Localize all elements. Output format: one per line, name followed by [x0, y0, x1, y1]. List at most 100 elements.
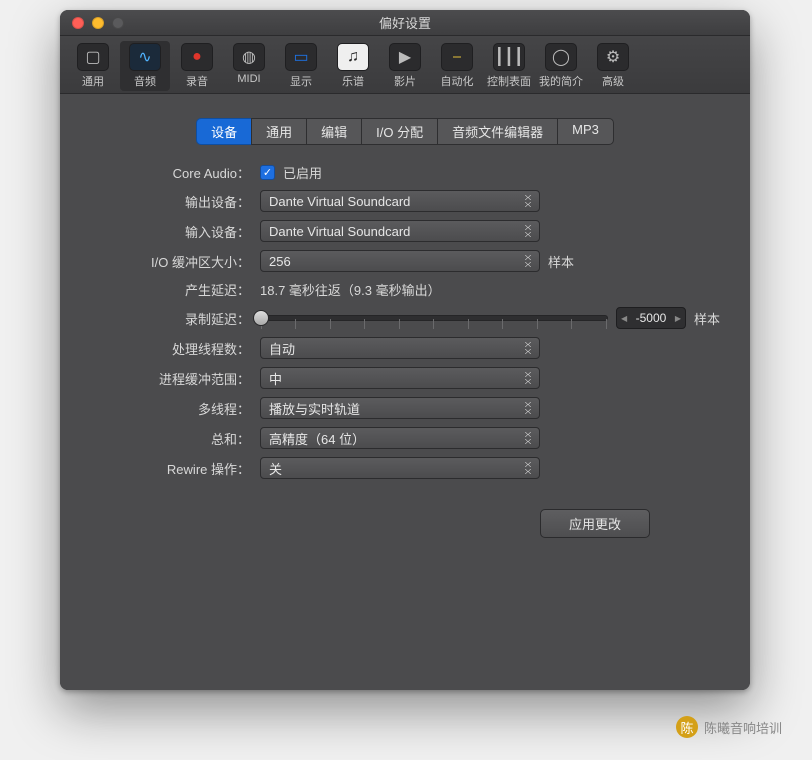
label-input-device: 输入设备： — [90, 222, 250, 241]
toolbar-label: 显示 — [290, 73, 312, 89]
row-threads: 处理线程数： 自动 — [90, 337, 720, 359]
row-input-device: 输入设备： Dante Virtual Soundcard — [90, 220, 720, 242]
label-io-buffer: I/O 缓冲区大小： — [90, 252, 250, 271]
row-record-delay: 录制延迟： -5000 样本 — [90, 307, 720, 329]
toolbar-item-score[interactable]: ♫ 乐谱 — [328, 41, 378, 91]
toolbar-item-automation[interactable]: ⎯ 自动化 — [432, 41, 482, 91]
input-device-value: Dante Virtual Soundcard — [269, 224, 410, 239]
footer-brand: 陈 陈曦音响培训 — [676, 716, 782, 738]
core-audio-checkbox[interactable]: ✓ — [260, 165, 275, 180]
advanced-icon: ⚙ — [597, 43, 629, 71]
row-multithread: 多线程： 播放与实时轨道 — [90, 397, 720, 419]
my-info-icon: ◯ — [545, 43, 577, 71]
toolbar-label: 自动化 — [441, 73, 474, 89]
video-icon: ▶ — [389, 43, 421, 71]
toolbar-item-record[interactable]: ● 录音 — [172, 41, 222, 91]
window-title: 偏好设置 — [60, 13, 750, 32]
titlebar: 偏好设置 — [60, 10, 750, 36]
row-latency: 产生延迟： 18.7 毫秒往返（9.3 毫秒输出） — [90, 280, 720, 299]
toolbar-label: 控制表面 — [487, 73, 531, 89]
content-area: 设备通用编辑I/O 分配音频文件编辑器MP3 Core Audio： ✓ 已启用… — [60, 94, 750, 690]
io-buffer-unit: 样本 — [548, 252, 574, 271]
toolbar-label: 乐谱 — [342, 73, 364, 89]
toolbar-item-control-surfaces[interactable]: ┃┃┃控制表面 — [484, 41, 534, 91]
label-summing: 总和： — [90, 429, 250, 448]
toolbar-label: 我的简介 — [539, 73, 583, 89]
summing-value: 高精度（64 位） — [269, 429, 365, 448]
apply-changes-button[interactable]: 应用更改 — [540, 509, 650, 538]
brand-avatar-icon: 陈 — [676, 716, 698, 738]
label-latency: 产生延迟： — [90, 280, 250, 299]
window-controls — [60, 17, 124, 29]
input-device-select[interactable]: Dante Virtual Soundcard — [260, 220, 540, 242]
label-core-audio: Core Audio： — [90, 163, 250, 182]
toolbar-item-my-info[interactable]: ◯ 我的简介 — [536, 41, 586, 91]
label-process-buffer: 进程缓冲范围： — [90, 369, 250, 388]
automation-icon: ⎯ — [441, 43, 473, 71]
subtab-5[interactable]: MP3 — [557, 118, 614, 145]
io-buffer-select[interactable]: 256 — [260, 250, 540, 272]
row-rewire: Rewire 操作： 关 — [90, 457, 720, 479]
subtab-4[interactable]: 音频文件编辑器 — [437, 118, 557, 145]
threads-value: 自动 — [269, 339, 295, 358]
slider-thumb[interactable] — [253, 310, 269, 326]
label-record-delay: 录制延迟： — [90, 309, 250, 328]
row-core-audio: Core Audio： ✓ 已启用 — [90, 163, 720, 182]
latency-text: 18.7 毫秒往返（9.3 毫秒输出） — [260, 280, 441, 299]
brand-text: 陈曦音响培训 — [704, 718, 782, 737]
summing-select[interactable]: 高精度（64 位） — [260, 427, 540, 449]
zoom-button[interactable] — [112, 17, 124, 29]
process-buffer-value: 中 — [269, 369, 282, 388]
record-delay-value-box[interactable]: -5000 — [616, 307, 686, 329]
preferences-window: 偏好设置 ▢通用∿音频●录音◍MIDI▭显示♫乐谱▶影片⎯自动化┃┃┃控制表面◯… — [60, 10, 750, 690]
io-buffer-value: 256 — [269, 254, 291, 269]
rewire-select[interactable]: 关 — [260, 457, 540, 479]
row-process-buffer: 进程缓冲范围： 中 — [90, 367, 720, 389]
general-icon: ▢ — [77, 43, 109, 71]
record-delay-slider[interactable] — [260, 315, 608, 321]
core-audio-enabled-text: 已启用 — [283, 163, 322, 182]
output-device-select[interactable]: Dante Virtual Soundcard — [260, 190, 540, 212]
toolbar-item-midi[interactable]: ◍ MIDI — [224, 41, 274, 91]
subtab-2[interactable]: 编辑 — [306, 118, 361, 145]
label-threads: 处理线程数： — [90, 339, 250, 358]
slider-ticks — [261, 310, 607, 326]
toolbar-item-audio[interactable]: ∿ 音频 — [120, 41, 170, 91]
close-button[interactable] — [72, 17, 84, 29]
toolbar-item-advanced[interactable]: ⚙ 高级 — [588, 41, 638, 91]
subtabs: 设备通用编辑I/O 分配音频文件编辑器MP3 — [90, 104, 720, 155]
audio-icon: ∿ — [129, 43, 161, 71]
process-buffer-select[interactable]: 中 — [260, 367, 540, 389]
row-output-device: 输出设备： Dante Virtual Soundcard — [90, 190, 720, 212]
toolbar-item-video[interactable]: ▶ 影片 — [380, 41, 430, 91]
toolbar-label: 影片 — [394, 73, 416, 89]
record-delay-unit: 样本 — [694, 309, 720, 328]
row-io-buffer: I/O 缓冲区大小： 256 样本 — [90, 250, 720, 272]
output-device-value: Dante Virtual Soundcard — [269, 194, 410, 209]
toolbar-item-display[interactable]: ▭ 显示 — [276, 41, 326, 91]
toolbar-item-general[interactable]: ▢ 通用 — [68, 41, 118, 91]
label-rewire: Rewire 操作： — [90, 459, 250, 478]
toolbar: ▢ 通用 ∿ 音频 ● 录音 ◍ MIDI ▭ 显示 ♫ 乐谱 ▶ 影片 ⎯ 自动化 ┃┃┃控制表面 ◯ 我的简介 ⚙… — [60, 36, 750, 94]
subtab-0[interactable]: 设备 — [196, 118, 251, 145]
score-icon: ♫ — [337, 43, 369, 71]
display-icon: ▭ — [285, 43, 317, 71]
toolbar-label: 高级 — [602, 73, 624, 89]
threads-select[interactable]: 自动 — [260, 337, 540, 359]
record-delay-value: -5000 — [636, 311, 667, 325]
row-summing: 总和： 高精度（64 位） — [90, 427, 720, 449]
label-multithread: 多线程： — [90, 399, 250, 418]
multithread-select[interactable]: 播放与实时轨道 — [260, 397, 540, 419]
midi-icon: ◍ — [233, 43, 265, 71]
rewire-value: 关 — [269, 459, 282, 478]
record-icon: ● — [181, 43, 213, 71]
toolbar-label: MIDI — [237, 73, 260, 85]
subtab-1[interactable]: 通用 — [251, 118, 306, 145]
toolbar-label: 音频 — [134, 73, 156, 89]
toolbar-label: 通用 — [82, 73, 104, 89]
minimize-button[interactable] — [92, 17, 104, 29]
toolbar-label: 录音 — [186, 73, 208, 89]
multithread-value: 播放与实时轨道 — [269, 399, 360, 418]
subtab-3[interactable]: I/O 分配 — [361, 118, 437, 145]
label-output-device: 输出设备： — [90, 192, 250, 211]
